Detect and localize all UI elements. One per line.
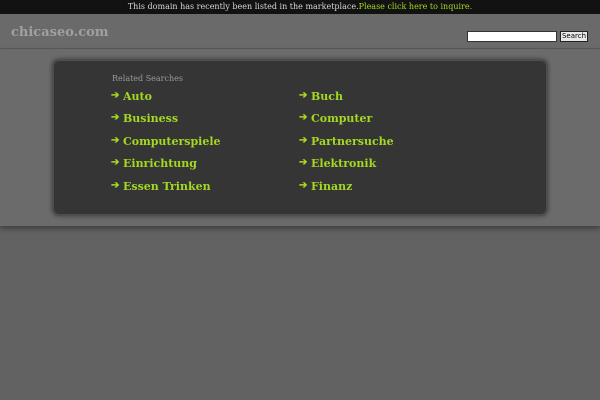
related-link-label: Computer (311, 111, 373, 125)
related-link-partnersuche[interactable]: ➔ Partnersuche (299, 133, 394, 149)
related-link-elektronik[interactable]: ➔ Elektronik (299, 155, 376, 171)
arrow-right-icon: ➔ (111, 157, 120, 168)
related-link-label: Essen Trinken (123, 179, 211, 193)
arrow-right-icon: ➔ (111, 180, 120, 191)
site-logo[interactable]: chicaseo.com (11, 25, 109, 40)
arrow-right-icon: ➔ (299, 112, 308, 123)
related-searches-panel: Related Searches ➔ Auto ➔ Buch ➔ Business ➔… (54, 61, 546, 214)
arrow-right-icon: ➔ (299, 135, 308, 146)
arrow-right-icon: ➔ (111, 135, 120, 146)
related-link-einrichtung[interactable]: ➔ Einrichtung (111, 155, 197, 171)
related-link-essen-trinken[interactable]: ➔ Essen Trinken (111, 178, 211, 194)
related-searches-title: Related Searches (112, 74, 183, 83)
related-link-computerspiele[interactable]: ➔ Computerspiele (111, 133, 221, 149)
arrow-right-icon: ➔ (111, 112, 120, 123)
related-link-buch[interactable]: ➔ Buch (299, 88, 343, 104)
arrow-right-icon: ➔ (111, 90, 120, 101)
related-link-label: Computerspiele (123, 134, 221, 148)
related-link-label: Elektronik (311, 156, 377, 170)
marketplace-notice-bar: This domain has recently been listed in … (0, 0, 600, 14)
related-link-label: Buch (311, 89, 343, 103)
related-link-label: Finanz (311, 179, 353, 193)
related-link-label: Auto (123, 89, 152, 103)
search-input[interactable] (467, 31, 557, 42)
related-link-business[interactable]: ➔ Business (111, 110, 178, 126)
related-link-computer[interactable]: ➔ Computer (299, 110, 372, 126)
related-link-label: Einrichtung (123, 156, 197, 170)
arrow-right-icon: ➔ (299, 180, 308, 191)
inquire-link[interactable]: Please click here to inquire. (359, 2, 473, 11)
arrow-right-icon: ➔ (299, 90, 308, 101)
related-link-label: Partnersuche (311, 134, 394, 148)
search-button[interactable]: Search (560, 31, 588, 42)
arrow-right-icon: ➔ (299, 157, 308, 168)
related-link-label: Business (123, 111, 179, 125)
marketplace-notice-text: This domain has recently been listed in … (127, 2, 359, 11)
related-link-auto[interactable]: ➔ Auto (111, 88, 152, 104)
site-header: chicaseo.com Search (0, 14, 600, 49)
related-link-finanz[interactable]: ➔ Finanz (299, 178, 352, 194)
